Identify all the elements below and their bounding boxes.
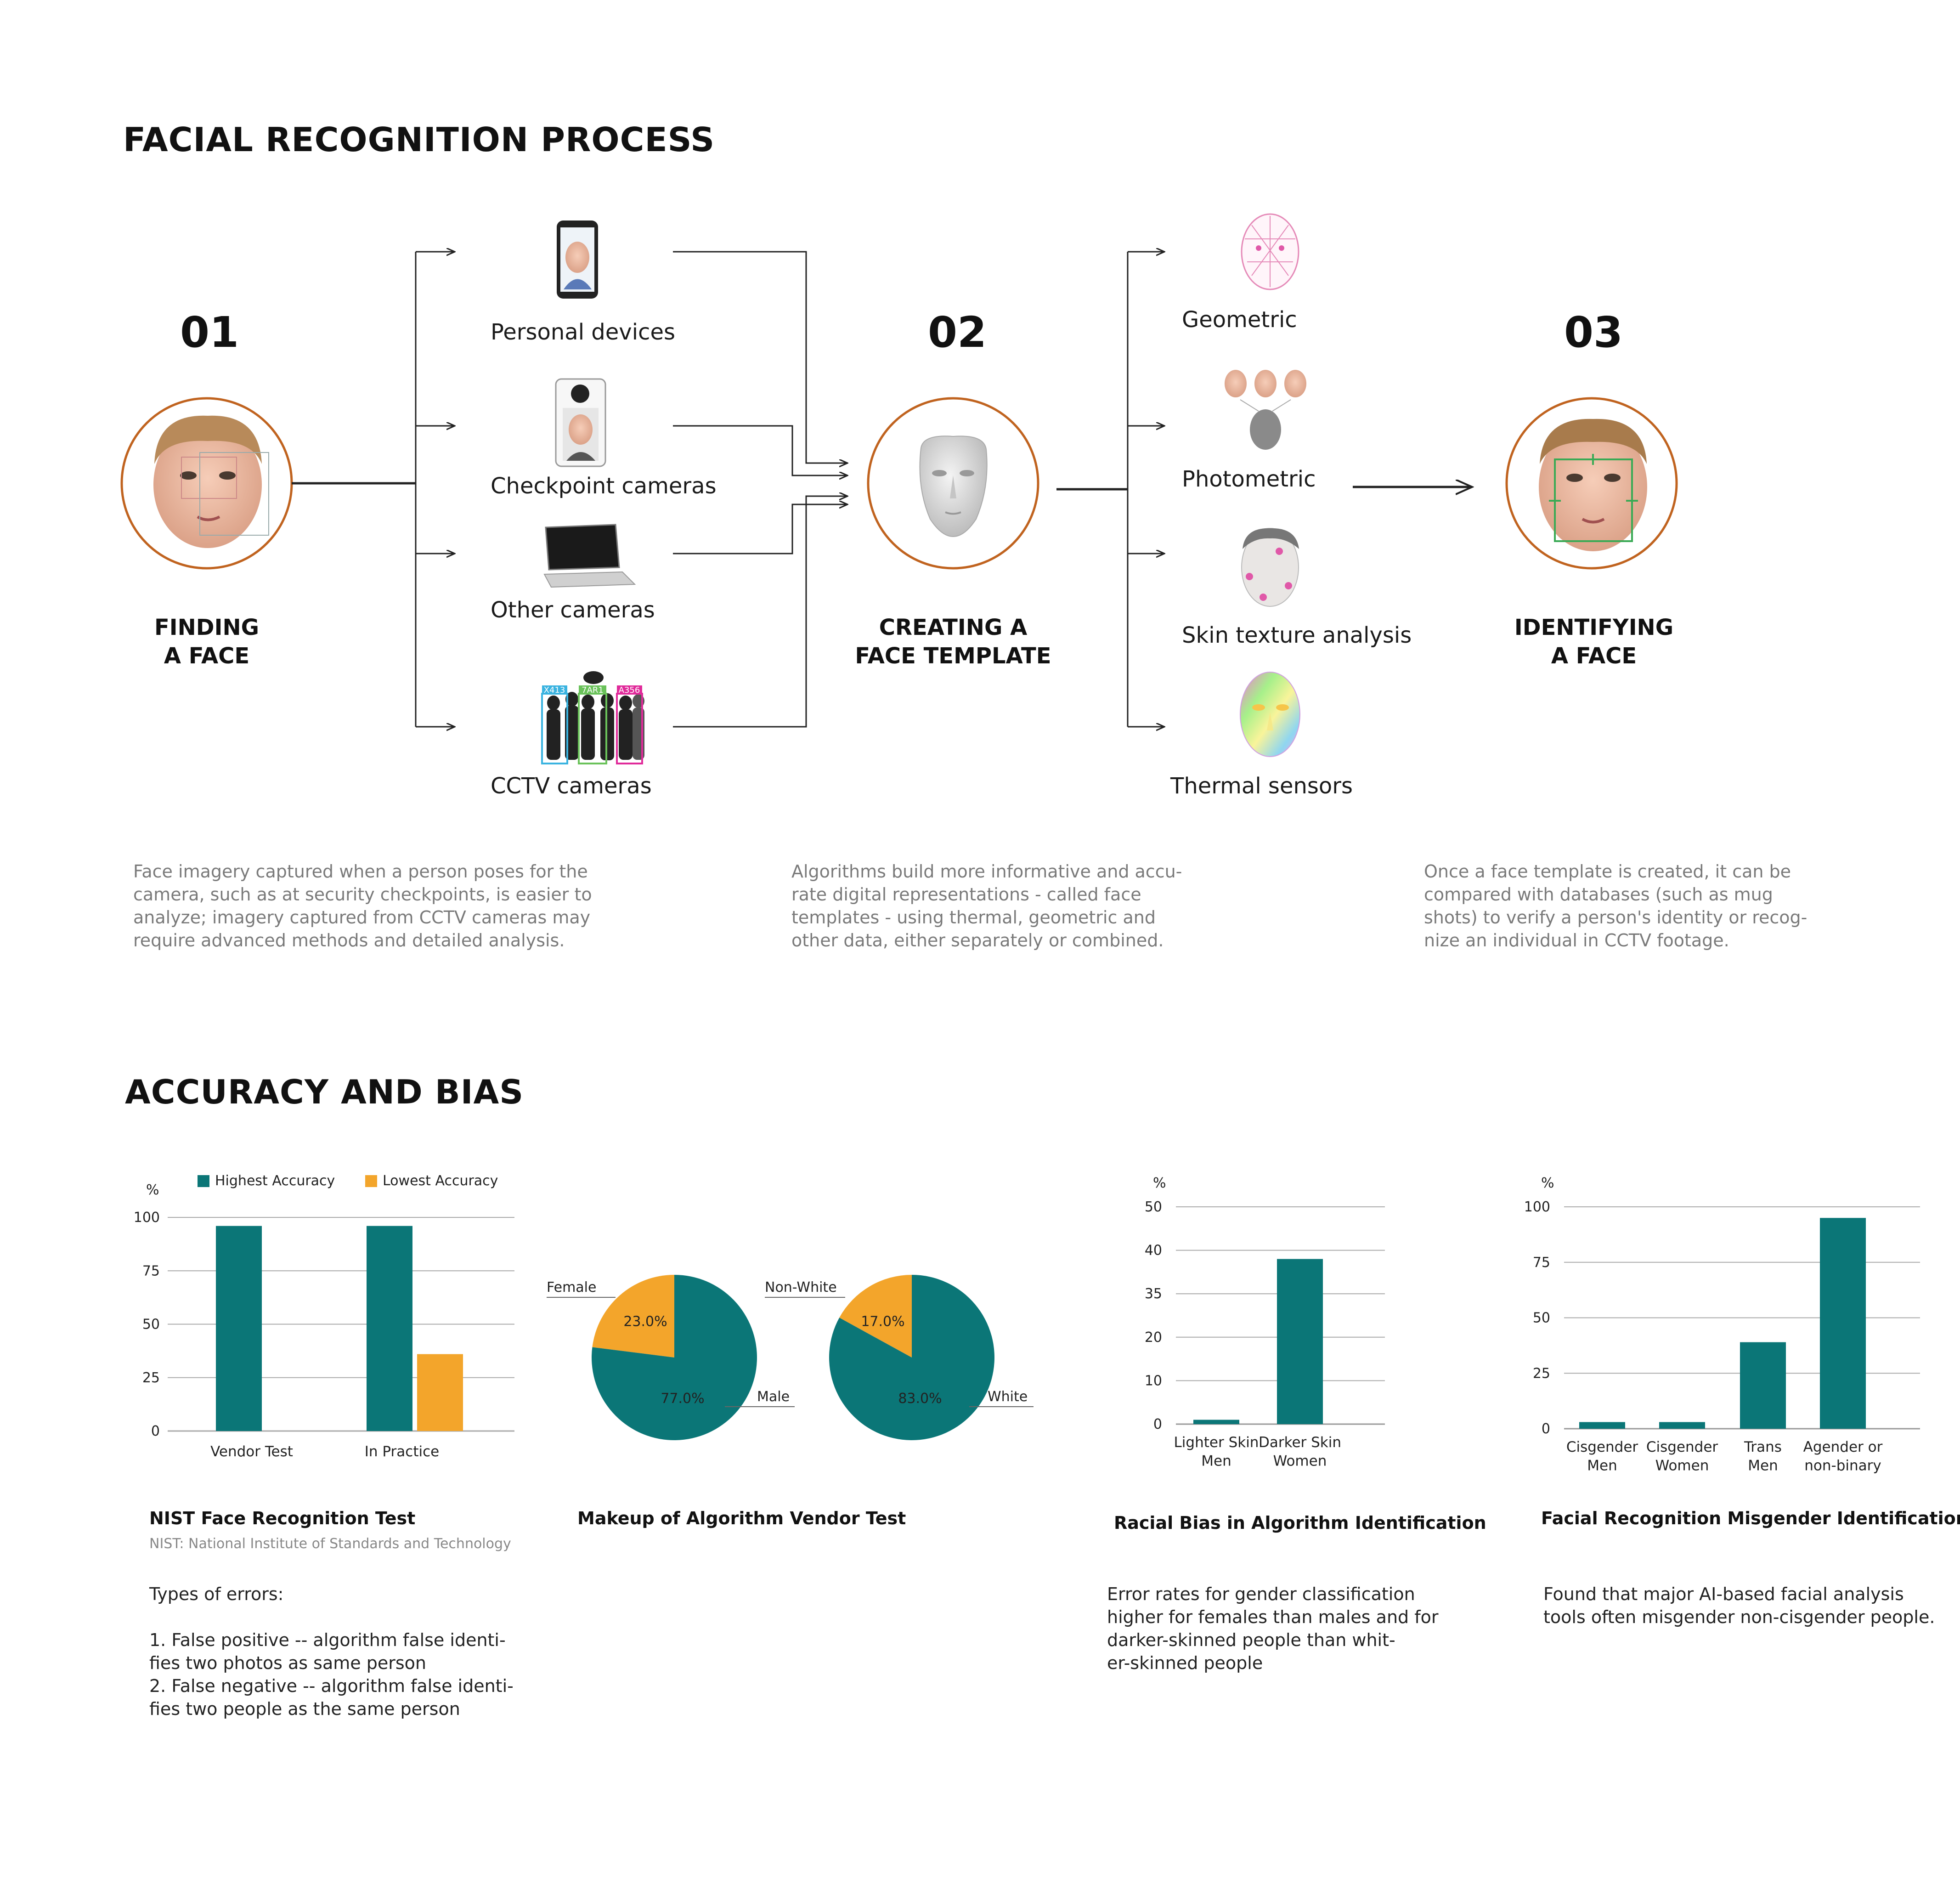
- pie-value-label: 77.0%: [661, 1391, 704, 1407]
- pie-category-label: Non-White: [765, 1279, 837, 1295]
- step-02-circle: [867, 397, 1039, 570]
- y-tick-label: 25: [1533, 1365, 1550, 1381]
- y-tick-label: 20: [1145, 1329, 1162, 1346]
- photometric-faces-icon: [1225, 370, 1306, 450]
- nist-chart-subtitle: NIST: National Institute of Standards an…: [149, 1536, 511, 1552]
- x-tick-label: non-binary: [1804, 1457, 1881, 1474]
- method-label-photometric: Photometric: [1182, 466, 1316, 492]
- x-tick-label: Cisgender: [1646, 1439, 1718, 1455]
- y-tick-label: 0: [1542, 1421, 1550, 1437]
- misgender-chart-title: Facial Recognition Misgender Identificat…: [1541, 1508, 1960, 1528]
- x-tick-label: Women: [1655, 1457, 1709, 1474]
- pie-value-label: 83.0%: [898, 1391, 942, 1407]
- legend-label: Highest Accuracy: [215, 1173, 335, 1189]
- nist-bar: [367, 1226, 412, 1431]
- y-tick-label: 35: [1145, 1286, 1162, 1302]
- y-tick-label: 75: [1533, 1255, 1550, 1271]
- pie-category-label: Female: [547, 1279, 596, 1295]
- checkpoint-camera-icon: [555, 378, 606, 467]
- y-tick-label: 0: [1153, 1416, 1162, 1432]
- makeup-chart-title: Makeup of Algorithm Vendor Test: [577, 1508, 906, 1528]
- y-tick-label: 50: [1533, 1310, 1550, 1326]
- cctv-tag: X413: [544, 685, 565, 695]
- cctv-tag: A356: [619, 685, 640, 695]
- skin-texture-face-icon: [1241, 528, 1299, 607]
- step-label-finding: FINDING A FACE: [154, 615, 260, 669]
- accuracy-title: ACCURACY AND BIAS: [125, 1073, 524, 1111]
- x-tick-label: Lighter Skin: [1174, 1434, 1259, 1451]
- nist-bar: [216, 1226, 262, 1431]
- x-tick-label: Men: [1587, 1457, 1617, 1474]
- y-tick-label: 100: [1524, 1199, 1550, 1215]
- legend-label: Lowest Accuracy: [383, 1173, 498, 1189]
- identified-face-icon: [1539, 419, 1647, 551]
- misgender-bar: [1659, 1422, 1705, 1429]
- accuracy-charts: Highest Accuracy Lowest Accuracy% 0 25 50 75 1…: [134, 1173, 1920, 1474]
- cctv-tag: 7AR1: [582, 685, 604, 695]
- step-label-identifying: IDENTIFYING A FACE: [1514, 615, 1674, 669]
- process-diagram: X413 7AR1 A356: [120, 213, 1678, 764]
- method-label-geometric: Geometric: [1182, 307, 1297, 333]
- geometric-wireframe-icon: [1241, 213, 1299, 290]
- step-01-circle: [120, 397, 293, 570]
- merge-arrow: [673, 425, 847, 475]
- legend-swatch: [365, 1175, 377, 1187]
- y-tick-label: 10: [1145, 1373, 1162, 1389]
- racial-chart-title: Racial Bias in Algorithm Identification: [1114, 1513, 1486, 1533]
- racial-bar: [1193, 1420, 1239, 1424]
- x-tick-label: Darker Skin: [1259, 1434, 1341, 1451]
- source-label-checkpoint-cameras: Checkpoint cameras: [491, 473, 717, 499]
- x-tick-label: Women: [1273, 1453, 1327, 1469]
- misgender-bar: [1740, 1342, 1786, 1429]
- misgender-bar: [1579, 1422, 1625, 1429]
- misgender-text: Found that major AI-based facial analysi…: [1543, 1584, 1935, 1627]
- x-tick-label: Agender or: [1803, 1439, 1883, 1455]
- y-tick-label: 50: [1145, 1199, 1162, 1215]
- merge-arrow: [673, 251, 847, 463]
- x-tick-label: Vendor Test: [210, 1443, 293, 1460]
- pie-value-label: 23.0%: [623, 1314, 667, 1330]
- x-tick-label: Trans: [1744, 1439, 1782, 1455]
- method-label-thermal: Thermal sensors: [1170, 773, 1353, 799]
- laptop-icon: [543, 524, 636, 588]
- nist-errors-text: Types of errors: 1. False positive -- al…: [149, 1584, 514, 1719]
- step-01-description: Face imagery captured when a person pose…: [133, 861, 592, 950]
- thermal-face-icon: [1240, 672, 1300, 757]
- merge-arrow: [673, 496, 847, 728]
- nist-chart-title: NIST Face Recognition Test: [149, 1508, 416, 1528]
- y-tick-label: 40: [1145, 1243, 1162, 1259]
- phone-icon: [557, 221, 598, 299]
- y-tick-label: 0: [151, 1423, 160, 1439]
- y-tick-label: 75: [142, 1263, 160, 1279]
- pie-value-label: 17.0%: [861, 1314, 904, 1330]
- source-label-personal-devices: Personal devices: [491, 319, 675, 345]
- cctv-icon: X413 7AR1 A356: [541, 671, 644, 764]
- y-axis-unit: %: [1541, 1175, 1554, 1191]
- x-tick-label: Men: [1201, 1453, 1231, 1469]
- source-label-other-cameras: Other cameras: [491, 597, 655, 623]
- y-tick-label: 50: [142, 1317, 160, 1333]
- y-axis-unit: %: [1153, 1175, 1166, 1191]
- step-03-description: Once a face template is created, it can …: [1424, 861, 1807, 950]
- step-03-circle: [1505, 397, 1678, 570]
- x-tick-label: Men: [1748, 1457, 1778, 1474]
- racial-bar: [1277, 1259, 1323, 1424]
- step-02-description: Algorithms build more informative and ac…: [791, 861, 1182, 950]
- y-tick-label: 25: [142, 1370, 160, 1386]
- x-tick-label: Cisgender: [1566, 1439, 1638, 1455]
- source-label-cctv-cameras: CCTV cameras: [491, 773, 652, 799]
- pie-category-label: Male: [757, 1389, 790, 1405]
- y-tick-label: 100: [134, 1210, 160, 1226]
- step-label-creating: CREATING A FACE TEMPLATE: [855, 615, 1051, 669]
- legend-swatch: [198, 1175, 209, 1187]
- merge-arrow: [673, 504, 847, 554]
- racial-bias-text: Error rates for gender classification hi…: [1107, 1584, 1439, 1673]
- pie-category-label: White: [988, 1389, 1028, 1405]
- y-axis-unit: %: [146, 1182, 159, 1198]
- misgender-bar: [1820, 1218, 1866, 1429]
- x-tick-label: In Practice: [365, 1443, 439, 1460]
- method-label-skin-texture: Skin texture analysis: [1182, 622, 1412, 648]
- nist-bar: [417, 1354, 463, 1431]
